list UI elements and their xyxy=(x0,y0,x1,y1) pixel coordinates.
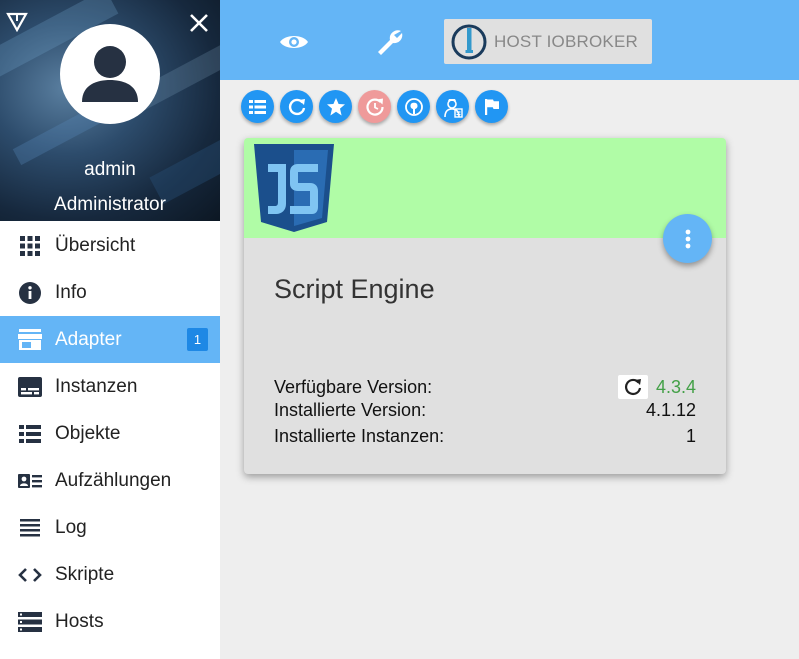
available-version-row: Verfügbare Version: 4.3.4 xyxy=(274,375,696,399)
update-count-badge: 1 xyxy=(187,328,208,351)
list-view-icon xyxy=(249,99,266,114)
installed-instances-row: Installierte Instanzen: 1 xyxy=(274,426,696,447)
installed-instances-value: 1 xyxy=(685,426,696,446)
sidebar-item-label: Aufzählungen xyxy=(55,469,172,491)
sidebar-item-label: Adapter xyxy=(55,328,122,350)
refresh-icon xyxy=(624,378,642,395)
wrench-icon xyxy=(378,30,403,55)
update-icon xyxy=(365,98,384,116)
installed-version-value: 4.1.12 xyxy=(645,400,696,420)
sidebar-item-label: Übersicht xyxy=(55,234,136,256)
javascript-logo xyxy=(254,144,334,232)
storage-icon xyxy=(18,610,42,634)
flag-icon xyxy=(484,98,499,115)
account-icon xyxy=(82,46,138,102)
grid-icon xyxy=(18,234,42,258)
sidebar-item-enums[interactable]: Aufzählungen xyxy=(0,457,220,504)
refresh-button[interactable] xyxy=(280,90,313,123)
avatar[interactable] xyxy=(60,24,160,124)
flag-button[interactable] xyxy=(475,90,508,123)
sidebar-item-label: Hosts xyxy=(55,610,104,632)
close-icon[interactable] xyxy=(188,12,210,34)
sidebar-item-label: Log xyxy=(55,516,87,538)
lines-icon xyxy=(18,516,42,540)
star-icon xyxy=(326,97,345,115)
settings-button[interactable] xyxy=(368,20,412,64)
top-app-bar: HOST IOBROKER xyxy=(220,0,799,80)
sidebar: admin Administrator Übersicht Info Adapt… xyxy=(0,0,220,659)
adapter-card-header xyxy=(244,138,726,263)
sidebar-item-label: Instanzen xyxy=(55,375,138,397)
adapter-title: Script Engine xyxy=(274,274,435,304)
expert-mode-button[interactable] xyxy=(436,90,469,123)
sidebar-item-instances[interactable]: Instanzen xyxy=(0,363,220,410)
github-icon xyxy=(404,97,423,116)
user-name: admin xyxy=(84,159,136,180)
favorites-button[interactable] xyxy=(319,90,352,123)
sidebar-item-log[interactable]: Log xyxy=(0,504,220,551)
iobroker-logo-icon xyxy=(451,24,487,59)
expert-icon xyxy=(443,98,463,118)
available-version-value: 4.3.4 xyxy=(655,376,696,397)
refresh-icon xyxy=(288,98,305,115)
adapter-card: Script Engine Verfügbare Version: 4.3.4 … xyxy=(244,138,726,474)
host-label: HOST IOBROKER xyxy=(494,31,638,51)
update-all-button[interactable] xyxy=(358,90,391,123)
more-vertical-icon xyxy=(685,229,690,248)
sidebar-item-scripts[interactable]: Skripte xyxy=(0,551,220,598)
more-options-button[interactable] xyxy=(663,214,712,263)
available-version-label: Verfügbare Version: xyxy=(274,376,433,397)
sidebar-item-label: Info xyxy=(55,281,87,303)
code-icon xyxy=(18,563,42,587)
installed-instances-label: Installierte Instanzen: xyxy=(274,426,445,446)
info-icon xyxy=(18,281,42,305)
sidebar-item-adapter[interactable]: Adapter 1 xyxy=(0,316,220,363)
installed-version-label: Installierte Version: xyxy=(274,400,427,420)
installed-version-row: Installierte Version: 4.1.12 xyxy=(274,400,696,421)
subtitles-icon xyxy=(18,375,42,399)
list-view-button[interactable] xyxy=(241,90,274,123)
sidebar-nav: Übersicht Info Adapter 1 Instanzen Objek… xyxy=(0,222,220,645)
github-button[interactable] xyxy=(397,90,430,123)
collapse-menu-icon[interactable] xyxy=(6,12,28,32)
sidebar-item-objects[interactable]: Objekte xyxy=(0,410,220,457)
user-profile-header: admin Administrator xyxy=(0,0,220,221)
sidebar-item-label: Skripte xyxy=(55,563,115,585)
store-icon xyxy=(18,328,42,352)
update-adapter-button[interactable] xyxy=(617,375,648,399)
list-icon xyxy=(18,422,42,446)
contact-card-icon xyxy=(18,469,42,493)
user-role: Administrator xyxy=(54,194,166,215)
host-select-button[interactable]: HOST IOBROKER xyxy=(444,19,652,64)
eye-icon xyxy=(280,36,308,48)
eye-button[interactable] xyxy=(272,20,316,64)
sidebar-item-info[interactable]: Info xyxy=(0,269,220,316)
sidebar-item-label: Objekte xyxy=(55,422,121,444)
sidebar-item-overview[interactable]: Übersicht xyxy=(0,222,220,269)
sidebar-item-hosts[interactable]: Hosts xyxy=(0,598,220,645)
